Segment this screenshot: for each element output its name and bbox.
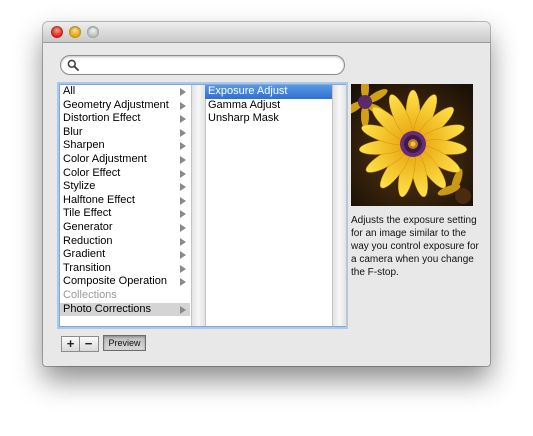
category-item[interactable]: Transition <box>60 262 190 276</box>
minimize-button[interactable] <box>69 26 81 38</box>
category-item-label: All <box>63 85 76 97</box>
category-item[interactable]: Photo Corrections <box>60 302 190 317</box>
filter-browser: All Geometry Adjustment Distortion Effect B… <box>59 84 347 327</box>
search-input[interactable] <box>81 57 340 74</box>
disclosure-arrow-icon <box>180 305 186 314</box>
disclosure-arrow-icon <box>180 237 186 246</box>
disclosure-arrow-icon <box>180 88 186 96</box>
category-item[interactable]: Reduction <box>60 235 190 249</box>
filter-preview-image <box>351 84 473 206</box>
category-item[interactable]: Color Effect <box>60 167 190 181</box>
category-item-label: Geometry Adjustment <box>63 98 169 111</box>
disclosure-arrow-icon <box>180 264 186 273</box>
category-item[interactable]: Distortion Effect <box>60 112 190 126</box>
category-item[interactable]: Blur <box>60 126 190 140</box>
filter-item-label: Unsharp Mask <box>208 112 279 125</box>
category-column-scrollbar[interactable] <box>191 85 206 326</box>
category-item[interactable]: Sharpen <box>60 139 190 153</box>
zoom-button[interactable] <box>87 26 99 38</box>
category-item-label: Photo Corrections <box>63 302 152 315</box>
category-item[interactable]: Geometry Adjustment <box>60 99 190 113</box>
disclosure-arrow-icon <box>180 155 186 164</box>
add-button[interactable]: + <box>62 337 80 351</box>
disclosure-arrow-icon <box>180 128 186 137</box>
category-item[interactable]: Halftone Effect <box>60 194 190 208</box>
disclosure-arrow-icon <box>180 251 186 260</box>
filter-item[interactable]: Unsharp Mask <box>205 112 332 126</box>
filter-item-label: Gamma Adjust <box>208 98 281 111</box>
category-item-label: Blur <box>63 125 83 138</box>
filter-column: Exposure Adjust Gamma Adjust Unsharp Mask <box>205 85 332 326</box>
disclosure-arrow-icon <box>180 101 186 110</box>
category-item[interactable]: Generator <box>60 221 190 235</box>
disclosure-arrow-icon <box>180 115 186 124</box>
search-icon <box>67 59 79 71</box>
preview-button[interactable]: Preview <box>103 335 146 351</box>
disclosure-arrow-icon <box>180 223 186 232</box>
category-item-label: Reduction <box>63 234 113 247</box>
filter-item[interactable]: Gamma Adjust <box>205 99 332 113</box>
category-item-label: Color Adjustment <box>63 152 147 165</box>
remove-button[interactable]: − <box>80 337 97 351</box>
title-bar <box>43 22 490 43</box>
category-item[interactable]: Color Adjustment <box>60 153 190 167</box>
filter-item[interactable]: Exposure Adjust <box>205 85 332 99</box>
category-column: All Geometry Adjustment Distortion Effect B… <box>60 85 190 326</box>
category-item[interactable]: Composite Operation <box>60 275 190 289</box>
category-item-label: Color Effect <box>63 166 121 179</box>
disclosure-arrow-icon <box>180 183 186 192</box>
search-field[interactable] <box>60 55 345 75</box>
category-item-label: Distortion Effect <box>63 112 141 125</box>
category-item-label: Composite Operation <box>63 275 167 288</box>
category-item[interactable]: Stylize <box>60 180 190 194</box>
category-item-label: Tile Effect <box>63 207 112 220</box>
category-item-label: Sharpen <box>63 139 105 152</box>
category-item-label: Stylize <box>63 180 96 193</box>
flower-image <box>351 84 473 206</box>
disclosure-arrow-icon <box>180 169 186 178</box>
category-item-label: Collections <box>63 288 117 301</box>
disclosure-arrow-icon <box>180 210 186 219</box>
category-item-label: Transition <box>63 261 111 274</box>
disclosure-arrow-icon <box>180 142 186 151</box>
disclosure-arrow-icon <box>180 196 186 205</box>
filter-browser-window: All Geometry Adjustment Distortion Effect B… <box>43 22 490 366</box>
category-item: Collections <box>60 289 190 303</box>
filter-item-label: Exposure Adjust <box>208 85 288 97</box>
category-item[interactable]: Tile Effect <box>60 207 190 221</box>
add-remove-buttons: + − <box>61 336 99 352</box>
filter-description: Adjusts the exposure setting for an imag… <box>351 215 479 278</box>
disclosure-arrow-icon <box>180 278 186 287</box>
category-item-label: Generator <box>63 220 113 233</box>
category-item-label: Halftone Effect <box>63 193 135 206</box>
category-item[interactable]: All <box>60 85 190 99</box>
filter-column-scrollbar[interactable] <box>332 85 347 326</box>
category-item[interactable]: Gradient <box>60 248 190 262</box>
category-item-label: Gradient <box>63 248 106 261</box>
close-button[interactable] <box>51 26 63 38</box>
